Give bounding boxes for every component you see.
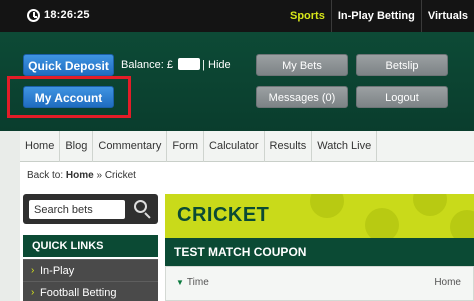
balance-label: Balance: £ [121,59,173,71]
logout-button[interactable]: Logout [356,86,448,108]
cricket-banner: CRICKET [165,194,474,238]
nav-calculator[interactable]: Calculator [204,131,265,162]
quick-link-label: In-Play [40,265,75,277]
nav-home[interactable]: Home [20,131,61,162]
quick-links-header: QUICK LINKS [23,235,158,257]
home-column-header: Home [434,277,461,288]
ball-decoration [310,194,344,218]
clock-time: 18:26:25 [44,9,90,21]
page-title: CRICKET [177,204,270,226]
ball-decoration [450,210,474,238]
top-nav: Sports In-Play Betting Virtuals [284,0,474,32]
balance-separator: | [202,59,205,71]
chevron-right-icon: › [31,287,35,298]
highlight-box [7,76,131,118]
quick-link-label: Football Betting [40,287,117,299]
time-column-header[interactable]: ▼ Time [176,277,209,288]
nav-watch-live[interactable]: Watch Live [312,131,378,162]
nav-results[interactable]: Results [265,131,313,162]
top-nav-sports[interactable]: Sports [284,0,331,32]
clock-icon [27,9,40,22]
top-nav-virtuals[interactable]: Virtuals [420,0,474,32]
quick-deposit-button[interactable]: Quick Deposit [23,54,114,76]
coupon-header-row: ▼ Time Home [165,266,474,301]
breadcrumb-separator: » [93,170,105,181]
quick-link-football-betting[interactable]: › Football Betting [23,281,158,301]
coupon-title: TEST MATCH COUPON [165,238,474,266]
search-box [23,194,158,224]
balance-value-redacted [178,58,200,70]
breadcrumb-home-link[interactable]: Home [66,170,94,181]
search-input[interactable] [29,200,125,219]
breadcrumb: Back to: Home » Cricket [27,170,136,181]
breadcrumb-current: Cricket [104,170,136,181]
top-bar: 18:26:25 Sports In-Play Betting Virtuals [0,0,474,32]
messages-button[interactable]: Messages (0) [256,86,348,108]
main-nav: Home Blog Commentary Form Calculator Res… [20,131,474,162]
nav-blog[interactable]: Blog [60,131,94,162]
nav-commentary[interactable]: Commentary [93,131,168,162]
betslip-button[interactable]: Betslip [356,54,448,76]
nav-form[interactable]: Form [167,131,205,162]
ball-decoration [413,194,447,216]
hide-balance-link[interactable]: Hide [208,59,231,71]
quick-link-in-play[interactable]: › In-Play [23,259,158,281]
breadcrumb-prefix: Back to: [27,170,66,181]
chevron-right-icon: › [31,265,35,276]
search-icon[interactable] [134,200,147,213]
account-header: Quick Deposit My Account Balance: £ | Hi… [0,32,474,131]
ball-decoration [365,208,399,238]
time-column-label: Time [186,277,209,288]
top-nav-in-play-betting[interactable]: In-Play Betting [330,0,421,32]
my-bets-button[interactable]: My Bets [256,54,348,76]
sort-down-icon: ▼ [176,278,184,287]
